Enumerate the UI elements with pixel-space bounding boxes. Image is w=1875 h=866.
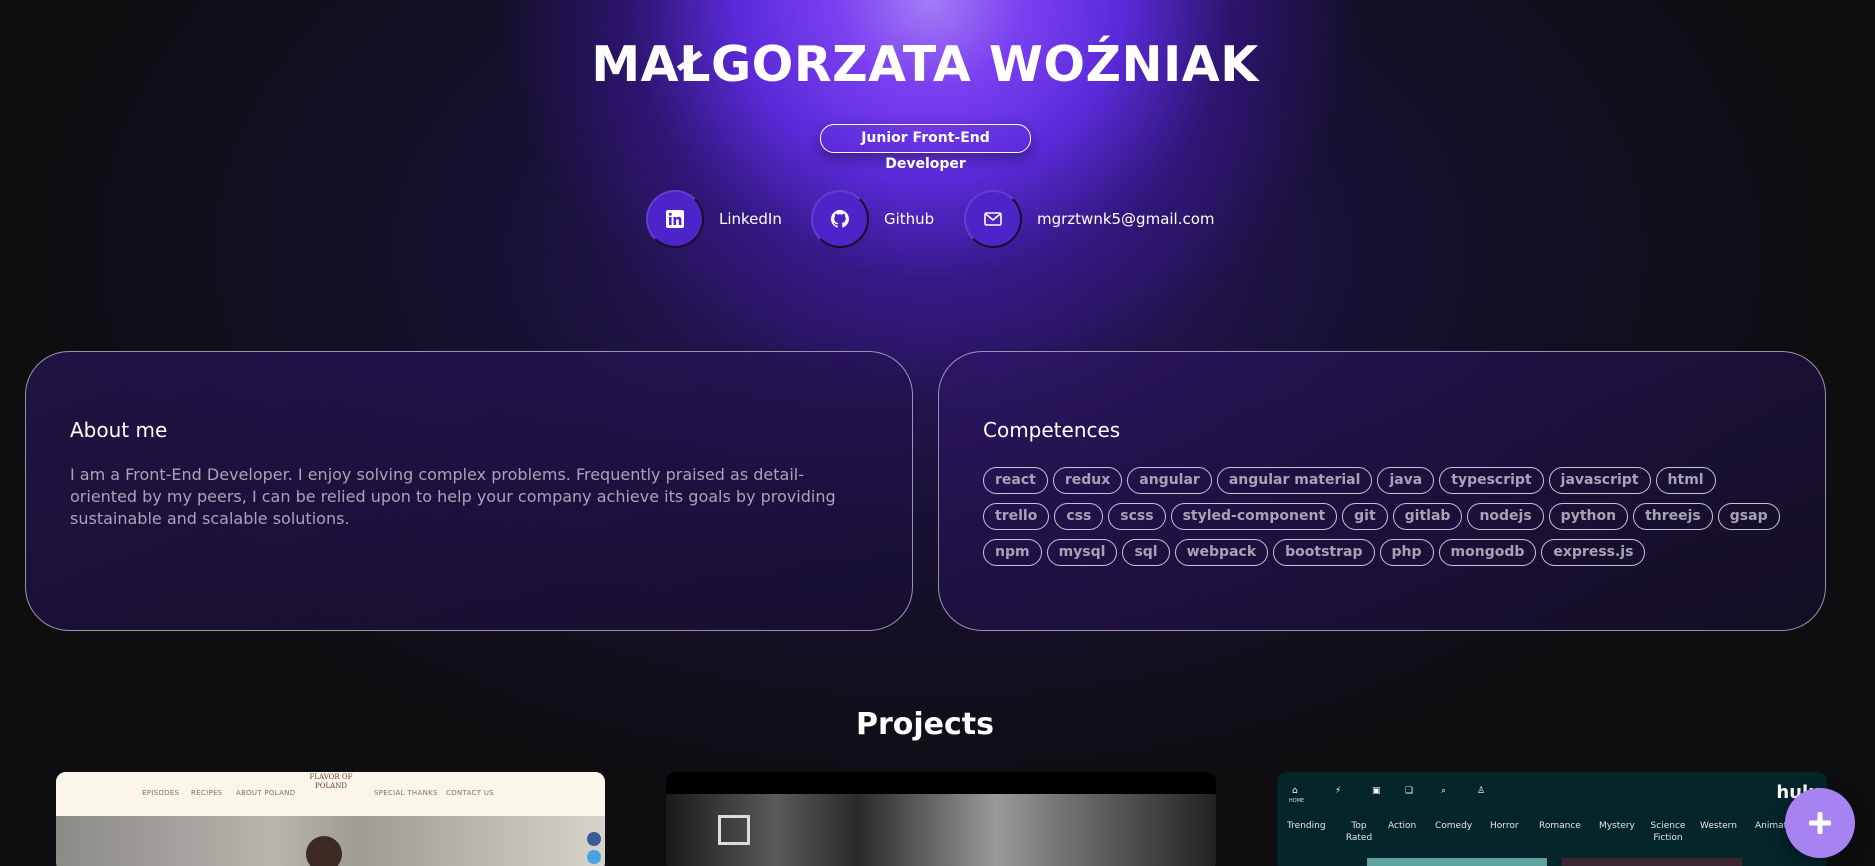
facebook-icon [587, 832, 601, 846]
project-nav: ⌂ HOME ⚡ ▣ ❏ ⌕ ♙ hulu Trending Top Rated… [1277, 772, 1827, 866]
contact-links: LinkedIn Github mgrztwnk5@gmail.com [0, 190, 1875, 250]
about-card: About me I am a Front-End Developer. I e… [25, 351, 913, 631]
skill-chip: express.js [1541, 539, 1646, 566]
category-item: Comedy [1435, 821, 1473, 831]
user-icon: ♙ [1477, 786, 1486, 796]
skill-chip: git [1342, 503, 1388, 530]
skill-chip: nodejs [1467, 503, 1544, 530]
about-title: About me [70, 418, 168, 442]
about-text: I am a Front-End Developer. I enjoy solv… [70, 465, 836, 528]
skill-chip: redux [1052, 467, 1123, 494]
skills-list: react redux angular angular material java typ… [983, 467, 1783, 566]
category-item: Top Rated [1345, 821, 1373, 843]
project-card-movie[interactable] [666, 772, 1216, 866]
home-icon: ⌂ [1292, 786, 1298, 796]
category-item: Western [1700, 821, 1737, 831]
page-title: MAŁGORZATA WOŹNIAK [591, 36, 1259, 93]
project-nav-item: ABOUT POLAND [236, 789, 296, 797]
github-icon [811, 190, 869, 248]
project-thumbnail [1562, 858, 1742, 866]
skill-chip: angular [1127, 467, 1212, 494]
project-logo-icon [718, 815, 750, 845]
skill-chip: mysql [1046, 539, 1118, 566]
skill-chip: angular material [1216, 467, 1373, 494]
project-nav-item: CONTACT US [446, 789, 494, 797]
skill-chip: styled-component [1170, 503, 1338, 530]
role-badge: Junior Front-End Developer [820, 124, 1031, 172]
project-card-hulu[interactable]: ⌂ HOME ⚡ ▣ ❏ ⌕ ♙ hulu Trending Top Rated… [1277, 772, 1827, 866]
page: MAŁGORZATA WOŹNIAK Junior Front-End Deve… [0, 0, 1875, 866]
collection-icon: ❏ [1405, 786, 1414, 796]
skill-chip: react [983, 467, 1048, 494]
skill-chip: bootstrap [1273, 539, 1375, 566]
project-screenshot-person [306, 836, 342, 866]
linkedin-icon [646, 190, 704, 248]
linkedin-link[interactable]: LinkedIn [646, 190, 782, 248]
category-item: Trending [1287, 821, 1326, 831]
skill-chip: mongodb [1438, 539, 1537, 566]
projects-title: Projects [855, 707, 994, 742]
skill-chip: gsap [1717, 503, 1780, 530]
competences-card: Competences react redux angular angular mat… [938, 351, 1826, 631]
skill-chip: scss [1108, 503, 1166, 530]
skill-chip: sql [1122, 539, 1170, 566]
project-thumbnail [1367, 858, 1547, 866]
twitter-icon [587, 850, 601, 864]
project-nav-item: RECIPES [191, 789, 223, 797]
skill-chip: threejs [1633, 503, 1713, 530]
skill-chip: javascript [1548, 467, 1651, 494]
github-label: Github [884, 210, 935, 228]
linkedin-label: LinkedIn [719, 210, 782, 228]
add-button[interactable] [1785, 788, 1855, 858]
project-nav: EPISODES RECIPES ABOUT POLAND FLAVOR OF … [56, 772, 605, 816]
skill-chip: java [1377, 467, 1435, 494]
skill-chip: trello [983, 503, 1050, 530]
competences-title: Competences [983, 418, 1121, 442]
project-topbar [666, 772, 1216, 794]
envelope-icon [964, 190, 1022, 248]
project-nav-item: EPISODES [142, 789, 180, 797]
project-card-flavor-of-poland[interactable]: EPISODES RECIPES ABOUT POLAND FLAVOR OF … [56, 772, 605, 866]
skill-chip: npm [983, 539, 1042, 566]
lightning-icon: ⚡ [1335, 786, 1342, 796]
category-item: Mystery [1599, 821, 1635, 831]
github-link[interactable]: Github [811, 190, 934, 248]
skill-chip: php [1379, 539, 1434, 566]
category-item: Romance [1539, 821, 1581, 831]
plus-icon [1809, 812, 1831, 834]
project-logo: FLAVOR OF POLAND [309, 773, 353, 790]
category-item: Action [1388, 821, 1417, 831]
skill-chip: typescript [1439, 467, 1544, 494]
category-item: Science Fiction [1650, 821, 1686, 843]
skill-chip: css [1054, 503, 1104, 530]
skill-chip: gitlab [1392, 503, 1463, 530]
search-icon: ⌕ [1441, 786, 1447, 796]
skill-chip: html [1655, 467, 1716, 494]
email-label: mgrztwnk5@gmail.com [1037, 210, 1215, 228]
skill-chip: python [1548, 503, 1629, 530]
email-link[interactable]: mgrztwnk5@gmail.com [964, 190, 1215, 248]
project-nav-item: SPECIAL THANKS [374, 789, 438, 797]
home-label: HOME [1289, 798, 1305, 804]
category-item: Horror [1490, 821, 1519, 831]
skill-chip: webpack [1174, 539, 1269, 566]
tv-icon: ▣ [1372, 786, 1381, 796]
